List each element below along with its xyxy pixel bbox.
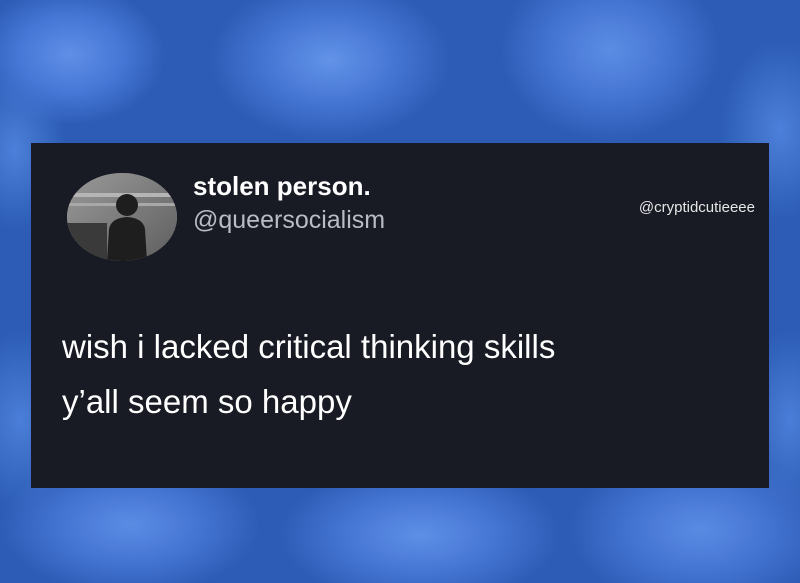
tweet-text-line: y’all seem so happy (62, 383, 352, 420)
display-name[interactable]: stolen person. (193, 171, 371, 202)
avatar[interactable] (67, 173, 177, 261)
tweet-text: wish i lacked critical thinking skills y… (62, 319, 762, 429)
watermark: @cryptidcutieeee (638, 199, 755, 216)
tweet-card: stolen person. @queersocialism @cryptidc… (31, 143, 769, 488)
user-handle[interactable]: @queersocialism (193, 206, 385, 235)
tweet-text-line: wish i lacked critical thinking skills (62, 328, 556, 365)
person-silhouette-icon (67, 173, 177, 261)
